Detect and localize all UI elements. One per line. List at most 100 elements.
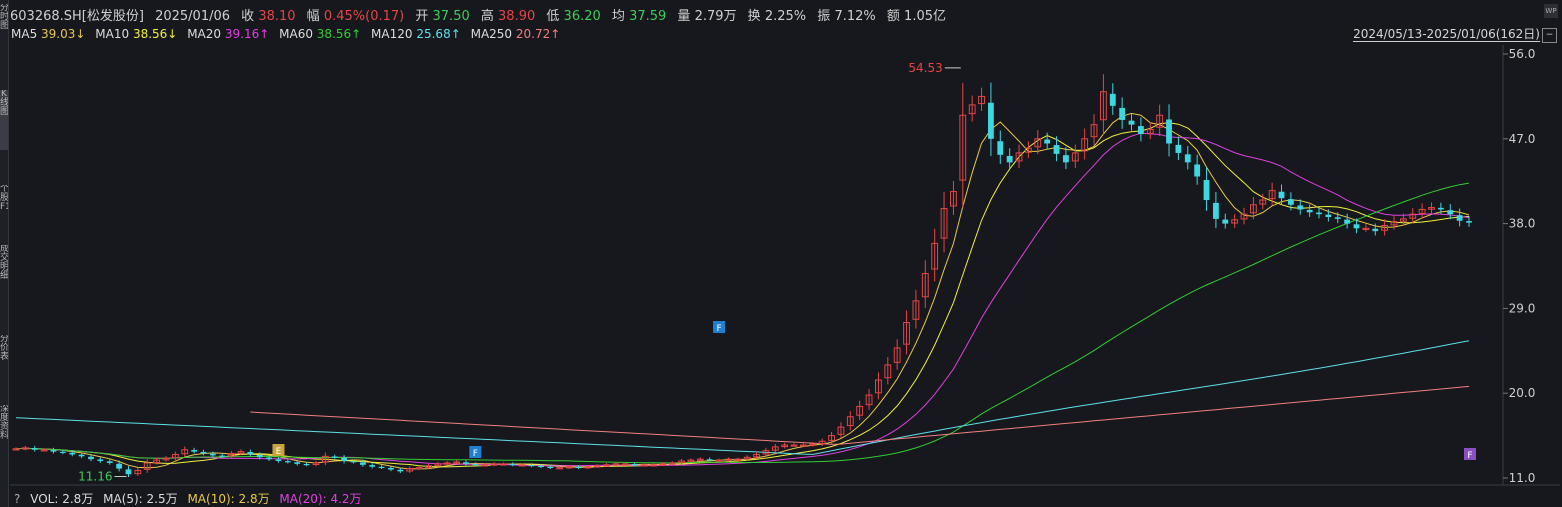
candle-body (200, 451, 207, 454)
y-tick-label: 47.0 (1509, 132, 1536, 146)
app-logo: WP (1544, 4, 1558, 18)
chart-grid (10, 45, 1560, 486)
candlestick-series (12, 74, 1472, 478)
candle-body (97, 459, 104, 462)
candle-body (247, 452, 254, 455)
candle-body (1287, 199, 1294, 205)
candle-body (59, 451, 66, 453)
y-tick-label: 29.0 (1509, 301, 1536, 315)
candle-body (303, 464, 310, 466)
candle-body (350, 461, 357, 463)
candle-body (50, 450, 57, 452)
ma60-line (15, 182, 1470, 464)
candle-body (1044, 139, 1051, 144)
event-marker-label: F (716, 324, 721, 334)
candle-body (1109, 93, 1116, 106)
candle-body (631, 464, 638, 466)
candle-body (256, 454, 263, 458)
candle-body (1184, 154, 1191, 163)
ma250-value: 20.72↑ (515, 27, 561, 41)
candle-body (369, 465, 376, 467)
low-value: 36.20 (563, 9, 601, 24)
ma120-value: 25.68↑ (416, 27, 461, 41)
ma5-value: 39.03↓ (41, 27, 86, 41)
candle-body (266, 457, 273, 460)
vol-ma5: MA(5): 2.5万 (103, 492, 178, 506)
turnover-value: 2.25% (764, 9, 807, 24)
collapse-button[interactable]: − (1542, 28, 1557, 43)
volume-value: 2.79万 (694, 9, 737, 24)
candle-body (1166, 119, 1172, 144)
candle-body (88, 456, 94, 460)
candle-body (284, 461, 291, 463)
volume-legend: ? VOL: 2.8万 MA(5): 2.5万 MA(10): 2.8万 MA(… (14, 490, 368, 507)
candle-body (1456, 215, 1463, 221)
event-marker-label: F (1467, 451, 1472, 461)
quote-header: 603268.SH[松发股份] 2025/01/06 收 38.10 幅 0.4… (10, 9, 946, 24)
candle-body (472, 464, 479, 466)
help-icon[interactable]: ? (14, 492, 20, 506)
candle-body (1212, 202, 1219, 219)
candle-body (1053, 145, 1060, 154)
quote-date: 2025/01/06 (155, 9, 231, 24)
stock-code[interactable]: 603268.SH[松发股份] (10, 9, 144, 24)
candle-body (575, 466, 582, 469)
ma60-value: 38.56↑ (316, 27, 362, 41)
candle-body (388, 467, 394, 470)
ma-legend: MA5 39.03↓ MA10 38.56↓ MA20 39.16↑ MA60 … (11, 27, 561, 41)
candle-body (1278, 191, 1285, 199)
candle-body (378, 466, 385, 469)
candle-body (1344, 219, 1351, 224)
chart-annotations: 54.53 11.16 E F F F (78, 61, 1476, 483)
tab-trades[interactable]: 成交明细 (0, 245, 8, 305)
event-marker-label: F (473, 449, 478, 459)
candle-body (706, 459, 713, 461)
tab-f10[interactable]: 个股F10 (0, 185, 8, 225)
candle-body (1128, 120, 1135, 125)
candle-body (31, 448, 38, 450)
vol-ma10: MA(10): 2.8万 (187, 492, 270, 506)
candle-body (1119, 107, 1126, 120)
ma10-value: 38.56↓ (132, 27, 178, 41)
candle-body (547, 466, 554, 469)
candle-body (1466, 221, 1472, 223)
y-tick-label: 11.0 (1509, 471, 1536, 485)
kline-chart[interactable]: 54.53 11.16 E F F F 56.0 47.0 38.0 29.0 20.0 11.0 (0, 0, 1562, 507)
candle-body (397, 469, 404, 472)
candle-body (331, 456, 338, 458)
change-value: 0.45%(0.17) (323, 9, 405, 24)
tab-kline[interactable]: K线图 (0, 90, 8, 150)
candle-body (125, 469, 132, 475)
candle-body (1447, 210, 1454, 215)
candle-body (294, 462, 301, 464)
candle-body (463, 462, 469, 464)
y-tick-label: 38.0 (1509, 217, 1536, 231)
y-tick-label: 56.0 (1509, 47, 1536, 61)
moving-average-lines (15, 112, 1470, 470)
candle-body (1316, 212, 1322, 215)
date-range[interactable]: 2024/05/13-2025/01/06(162日) (1353, 27, 1540, 42)
avg-value: 37.59 (629, 9, 667, 24)
tab-price-table[interactable]: 分价表 (0, 335, 8, 385)
candle-body (1175, 144, 1182, 153)
candle-body (1372, 228, 1379, 232)
candle-body (1353, 224, 1360, 229)
candle-body (538, 465, 544, 468)
candle-body (1063, 155, 1069, 163)
tab-timeshare[interactable]: 分时图 (0, 4, 8, 64)
candle-body (1137, 126, 1144, 135)
event-marker-label: E (276, 447, 282, 457)
candle-body (1297, 205, 1304, 210)
vol-value: VOL: 2.8万 (30, 492, 94, 506)
candle-body (997, 141, 1004, 155)
candle-body (988, 102, 994, 139)
candle-body (78, 454, 85, 457)
candle-body (191, 450, 198, 452)
ma120-line (15, 340, 1470, 455)
y-tick-label: 20.0 (1509, 386, 1536, 400)
ma10-line (15, 122, 1470, 468)
tab-deep-data[interactable]: 深度资料 (0, 405, 8, 475)
candle-body (341, 457, 348, 462)
amount-value: 1.05亿 (904, 9, 946, 24)
candle-body (1006, 155, 1013, 163)
